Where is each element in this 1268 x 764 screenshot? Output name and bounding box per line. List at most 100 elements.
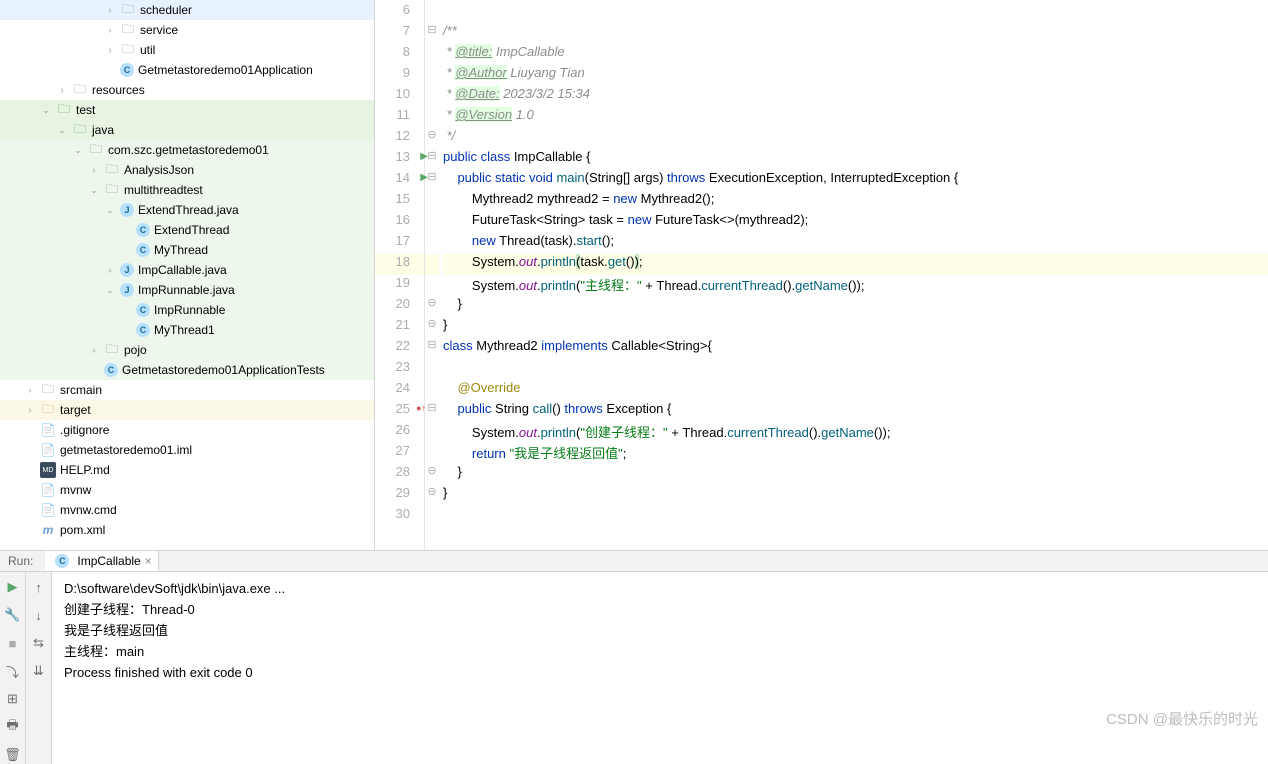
class-icon: C — [104, 363, 118, 377]
tree-label: com.szc.getmetastoredemo01 — [108, 143, 269, 157]
file-icon: 📄 — [40, 442, 56, 458]
tree-item-pomxml[interactable]: mpom.xml — [0, 520, 374, 540]
tree-label: Getmetastoredemo01Application — [138, 63, 313, 77]
fold-column[interactable]: ⊟ ⊖ ⊟ ⊟ ⊖ ⊖ ⊟ ⊟ ⊖ ⊖ — [425, 0, 439, 550]
layout-icon[interactable]: ⊞ — [4, 690, 22, 708]
folder-icon: 🗀 — [72, 122, 88, 138]
tree-item-helpmd[interactable]: MD HELP.md — [0, 460, 374, 480]
gutter: 6 7 8 9 10 11 12 13▶ 14▶ 15 16 17 18 19 … — [375, 0, 425, 550]
tree-item-analysisjson[interactable]: ›🗀AnalysisJson — [0, 160, 374, 180]
output-line: Process finished with exit code 0 — [64, 662, 1256, 683]
run-label: Run: — [8, 554, 33, 568]
rerun-icon[interactable]: ▶ — [4, 578, 22, 596]
up-icon[interactable]: ↑ — [30, 578, 48, 596]
tree-item-extendthread-java[interactable]: ⌄JExtendThread.java — [0, 200, 374, 220]
tree-item-impcallable-java[interactable]: ›JImpCallable.java — [0, 260, 374, 280]
tree-item-app[interactable]: CGetmetastoredemo01Application — [0, 60, 374, 80]
tree-item-apptests[interactable]: C Getmetastoredemo01ApplicationTests — [0, 360, 374, 380]
md-icon: MD — [40, 462, 56, 478]
down-icon[interactable]: ↓ — [30, 606, 48, 624]
run-output[interactable]: D:\software\devSoft\jdk\bin\java.exe ...… — [52, 572, 1268, 764]
tree-item-package[interactable]: ⌄🗀com.szc.getmetastoredemo01 — [0, 140, 374, 160]
file-icon: 📄 — [40, 422, 56, 438]
run-toolbar-secondary: ↑ ↓ ⇆ ⇊ — [26, 572, 52, 764]
class-icon: C — [55, 554, 69, 568]
tree-label: ImpRunnable — [154, 303, 225, 317]
code-content[interactable]: /** * @title: ImpCallable * @Author Liuy… — [439, 0, 1268, 550]
run-gutter-icon[interactable]: ▶ — [420, 151, 428, 162]
tree-item-mythread[interactable]: CMyThread — [0, 240, 374, 260]
tree-item-scheduler[interactable]: ›🗀scheduler — [0, 0, 374, 20]
tree-label: target — [60, 403, 91, 417]
tree-item-pojo[interactable]: ›🗀pojo — [0, 340, 374, 360]
tree-item-mvnwcmd[interactable]: 📄 mvnw.cmd — [0, 500, 374, 520]
tree-label: test — [76, 103, 95, 117]
tree-label: mvnw.cmd — [60, 503, 117, 517]
tree-label: ExtendThread — [154, 223, 229, 237]
override-gutter-icon[interactable]: ●↑ — [416, 403, 426, 413]
folder-icon: 🗀 — [120, 22, 136, 38]
folder-icon: 🗀 — [40, 382, 56, 398]
tree-item-service[interactable]: ›🗀service — [0, 20, 374, 40]
java-icon: J — [120, 283, 134, 297]
tree-label: getmetastoredemo01.iml — [60, 443, 192, 457]
output-line: 创建子线程：Thread-0 — [64, 599, 1256, 620]
run-tab-name: ImpCallable — [77, 554, 140, 568]
settings-icon[interactable]: 🔧 — [4, 606, 22, 624]
class-icon: C — [136, 243, 150, 257]
tree-item-mvnw[interactable]: 📄mvnw — [0, 480, 374, 500]
close-icon[interactable]: × — [145, 554, 152, 568]
tree-label: Getmetastoredemo01ApplicationTests — [122, 363, 325, 377]
file-icon: 📄 — [40, 502, 56, 518]
tree-label: pojo — [124, 343, 147, 357]
tree-label: pom.xml — [60, 523, 105, 537]
delete-icon[interactable]: 🗑 — [4, 746, 22, 764]
tree-label: resources — [92, 83, 145, 97]
tree-label: .gitignore — [60, 423, 109, 437]
tree-label: scheduler — [140, 3, 192, 17]
scroll-icon[interactable]: ⇊ — [30, 662, 48, 680]
project-tree[interactable]: ›🗀scheduler ›🗀service ›🗀util CGetmetasto… — [0, 0, 375, 550]
tree-item-mythread1[interactable]: CMyThread1 — [0, 320, 374, 340]
package-icon: 🗀 — [104, 182, 120, 198]
tree-label: java — [92, 123, 114, 137]
tree-item-srcmain[interactable]: ›🗀srcmain — [0, 380, 374, 400]
print-icon[interactable]: 🖶 — [4, 718, 22, 736]
tree-label: ExtendThread.java — [138, 203, 239, 217]
run-tab[interactable]: C ImpCallable × — [45, 551, 158, 571]
tree-item-gitignore[interactable]: 📄 .gitignore — [0, 420, 374, 440]
run-toolbar-primary: ▶ 🔧 ■ ⤵ ⊞ 🖶 🗑 — [0, 572, 26, 764]
tree-label: multithreadtest — [124, 183, 203, 197]
tree-item-test[interactable]: ⌄🗀test — [0, 100, 374, 120]
wrap-icon[interactable]: ⇆ — [30, 634, 48, 652]
package-icon: 🗀 — [104, 162, 120, 178]
run-gutter-icon[interactable]: ▶ — [420, 172, 428, 183]
class-icon: C — [136, 323, 150, 337]
tree-label: service — [140, 23, 178, 37]
code-editor[interactable]: 6 7 8 9 10 11 12 13▶ 14▶ 15 16 17 18 19 … — [375, 0, 1268, 550]
watermark: CSDN @最快乐的时光 — [1106, 708, 1258, 729]
output-line: D:\software\devSoft\jdk\bin\java.exe ... — [64, 578, 1256, 599]
stop-icon[interactable]: ■ — [4, 634, 22, 652]
tree-item-imprunnable-java[interactable]: ⌄JImpRunnable.java — [0, 280, 374, 300]
tree-item-imprunnable[interactable]: C ImpRunnable — [0, 300, 374, 320]
tree-item-resources[interactable]: ›🗀resources — [0, 80, 374, 100]
folder-icon: 🗀 — [72, 82, 88, 98]
tree-item-extendthread[interactable]: CExtendThread — [0, 220, 374, 240]
tree-item-target[interactable]: ›🗀target — [0, 400, 374, 420]
tree-label: util — [140, 43, 155, 57]
tree-label: HELP.md — [60, 463, 110, 477]
tree-item-multithreadtest[interactable]: ⌄🗀multithreadtest — [0, 180, 374, 200]
output-line: 主线程：main — [64, 641, 1256, 662]
tree-item-java[interactable]: ⌄🗀java — [0, 120, 374, 140]
tree-item-util[interactable]: ›🗀util — [0, 40, 374, 60]
run-panel: Run: C ImpCallable × ▶ 🔧 ■ ⤵ ⊞ 🖶 🗑 ↑ ↓ ⇆… — [0, 550, 1268, 735]
tree-label: ImpRunnable.java — [138, 283, 235, 297]
tree-item-iml[interactable]: 📄 getmetastoredemo01.iml — [0, 440, 374, 460]
tree-label: srcmain — [60, 383, 102, 397]
tree-label: mvnw — [60, 483, 91, 497]
package-icon: 🗀 — [88, 142, 104, 158]
class-icon: C — [136, 303, 150, 317]
dump-icon[interactable]: ⤵ — [4, 662, 22, 680]
folder-icon: 🗀 — [56, 102, 72, 118]
